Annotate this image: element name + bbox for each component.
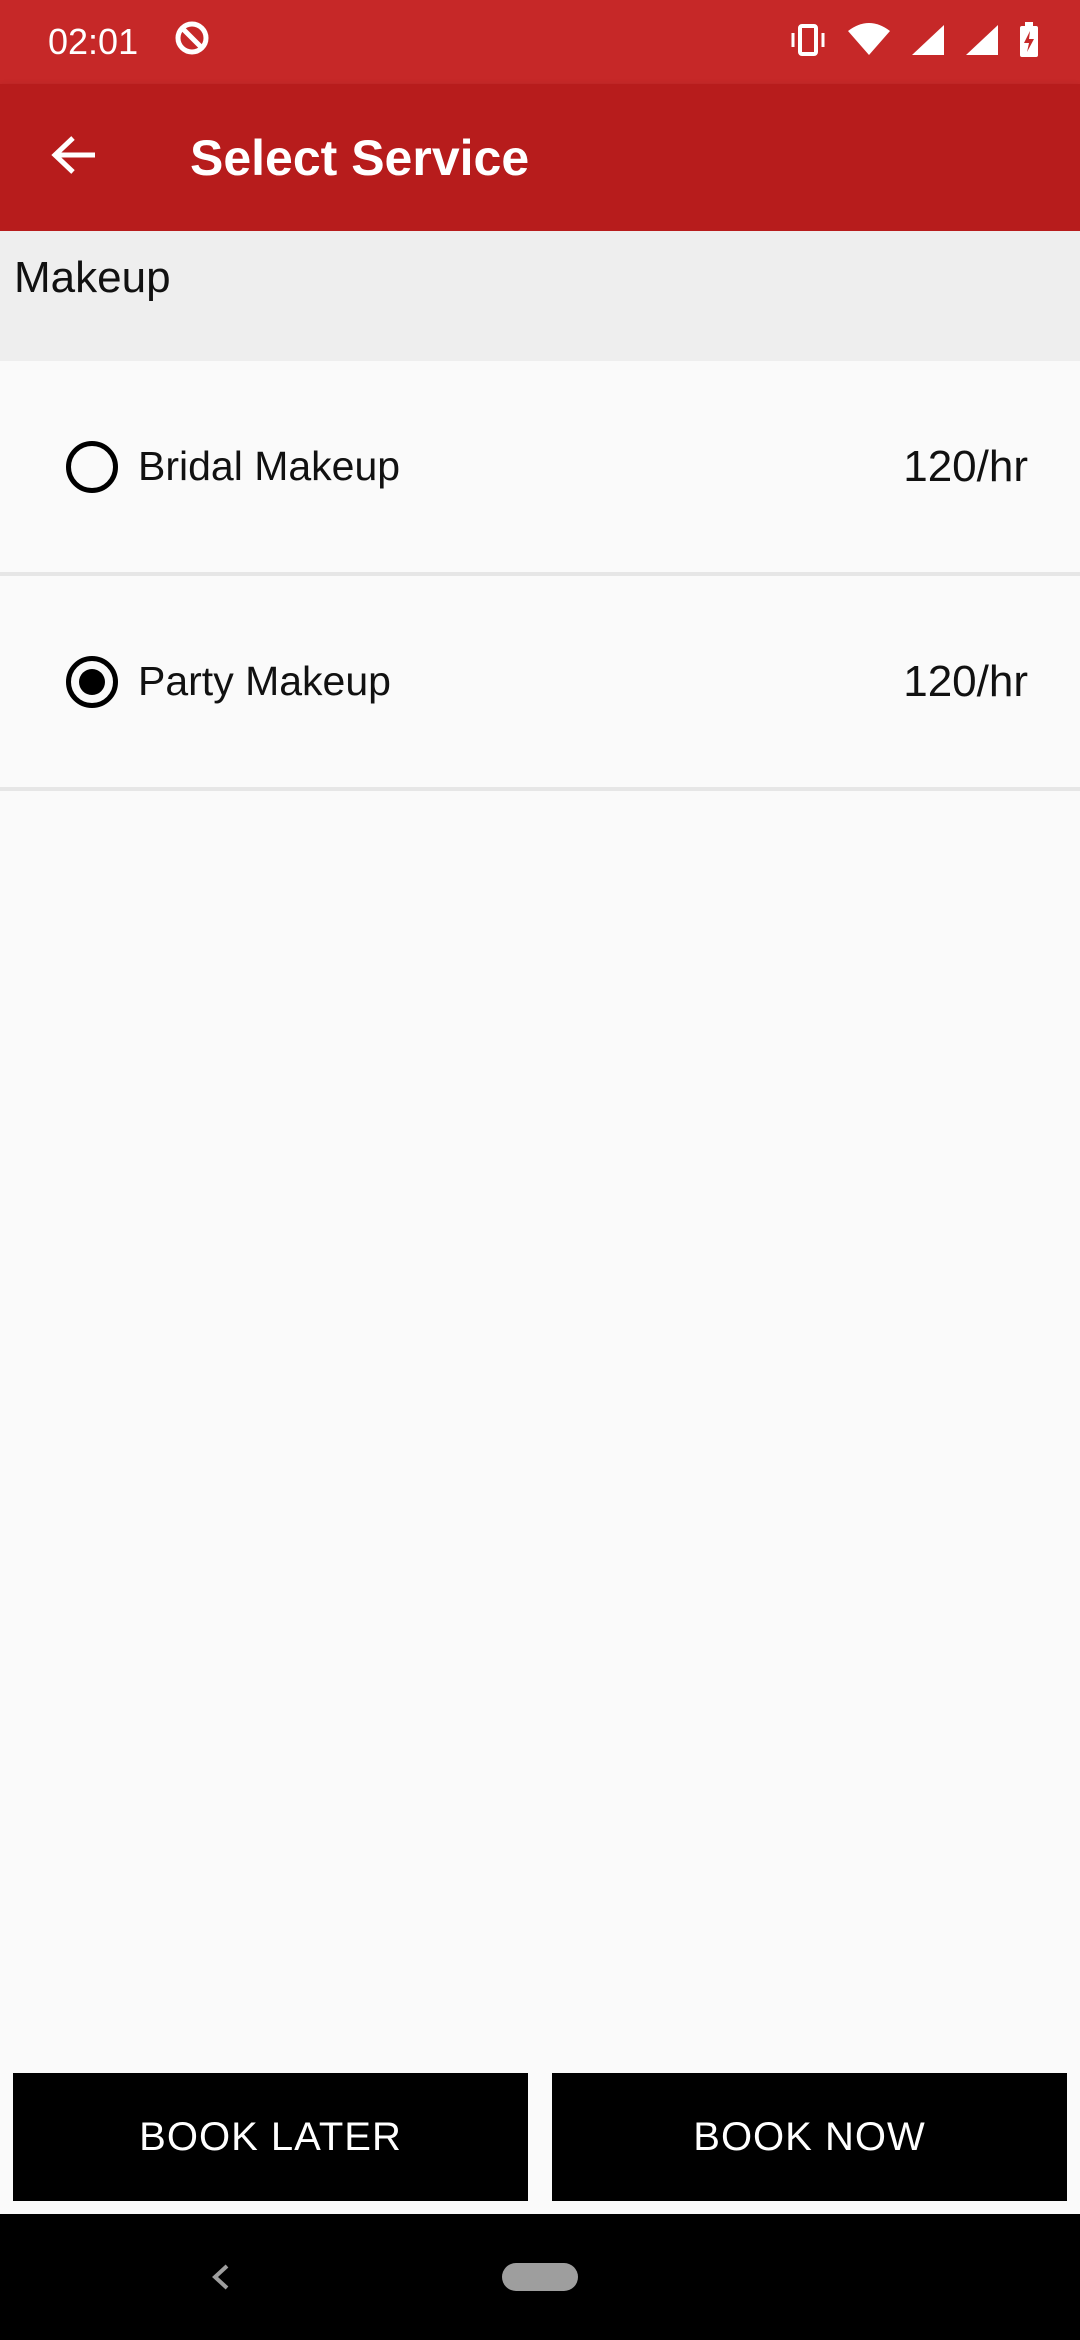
vibrate-icon xyxy=(788,23,828,62)
nav-home-pill[interactable] xyxy=(502,2263,578,2291)
bottom-buttons: BOOK LATER BOOK NOW xyxy=(0,2073,1080,2201)
service-price: 120/hr xyxy=(903,656,1028,706)
navigation-bar xyxy=(0,2214,1080,2340)
book-now-button[interactable]: BOOK NOW xyxy=(552,2073,1067,2201)
radio-selected-dot xyxy=(79,668,105,695)
status-time: 02:01 xyxy=(48,21,139,62)
sync-icon xyxy=(172,18,212,67)
service-row-party-makeup[interactable]: Party Makeup 120/hr xyxy=(0,576,1080,791)
nav-back-icon[interactable] xyxy=(205,2252,235,2307)
page-title: Select Service xyxy=(190,129,530,186)
signal-icon-2 xyxy=(964,23,1000,62)
wifi-icon xyxy=(846,22,892,62)
app-bar: Select Service xyxy=(0,84,1080,231)
service-list: Bridal Makeup 120/hr Party Makeup 120/hr xyxy=(0,361,1080,791)
radio-bridal-makeup[interactable] xyxy=(66,440,118,493)
status-bar: 02:01 xyxy=(0,0,1080,84)
section-header: Makeup xyxy=(0,231,1080,361)
service-price: 120/hr xyxy=(903,441,1028,491)
service-name: Party Makeup xyxy=(138,658,391,704)
section-title: Makeup xyxy=(14,253,171,302)
book-later-button[interactable]: BOOK LATER xyxy=(13,2073,528,2201)
service-row-bridal-makeup[interactable]: Bridal Makeup 120/hr xyxy=(0,361,1080,576)
service-name: Bridal Makeup xyxy=(138,443,401,489)
battery-icon xyxy=(1018,21,1040,64)
radio-party-makeup[interactable] xyxy=(66,655,118,708)
signal-icon xyxy=(910,23,946,62)
back-button[interactable] xyxy=(0,84,148,231)
arrow-back-icon xyxy=(51,135,97,180)
